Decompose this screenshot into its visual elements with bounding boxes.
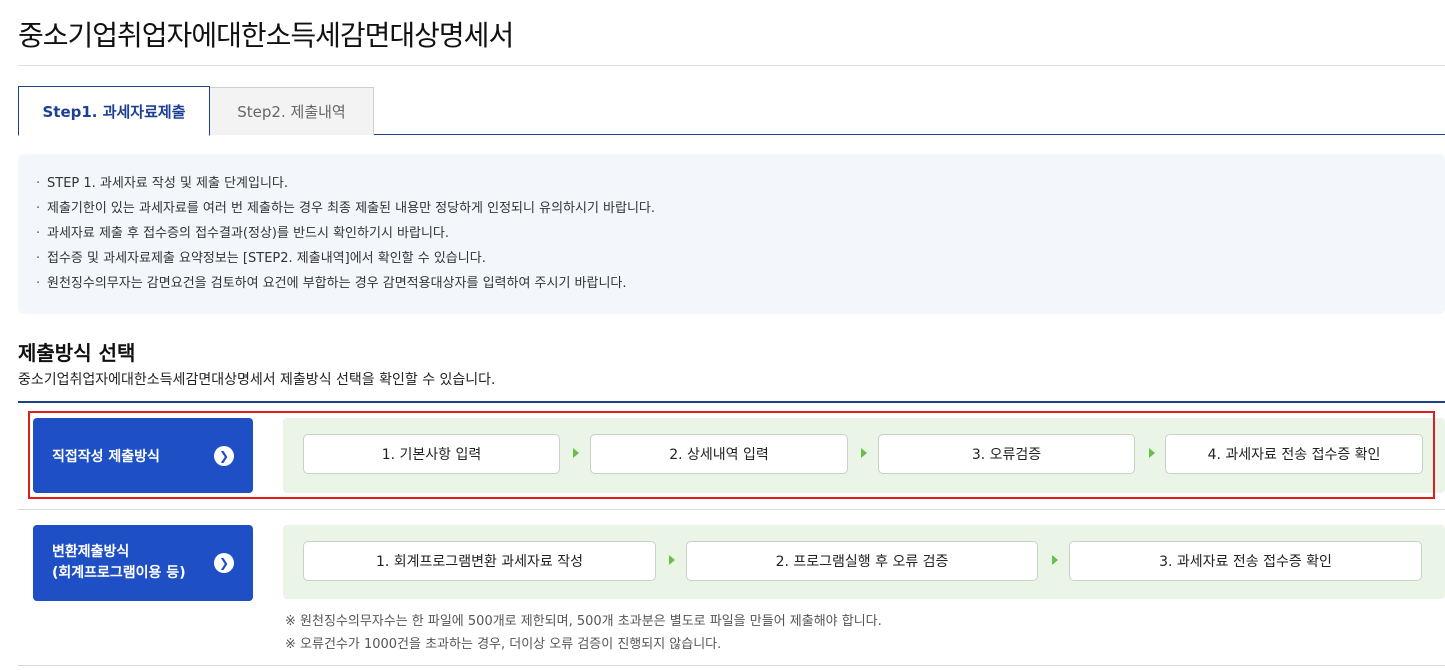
page-title: 중소기업취업자에대한소득세감면대상명세서 bbox=[18, 19, 514, 52]
convert-step-3[interactable]: 3. 과세자료 전송 접수증 확인 bbox=[1069, 541, 1422, 581]
tab-step1[interactable]: Step1. 과세자료제출 bbox=[18, 86, 210, 136]
notice-item: 접수증 및 과세자료제출 요약정보는 [STEP2. 제출내역]에서 확인할 수… bbox=[36, 249, 1445, 274]
chevron-right-circle-icon: ❯ bbox=[214, 553, 234, 573]
triangle-right-icon bbox=[1052, 555, 1058, 565]
convert-method-steps: 1. 회계프로그램변환 과세자료 작성 2. 프로그램실행 후 오류 검증 3.… bbox=[283, 525, 1445, 599]
notice-box: STEP 1. 과세자료 작성 및 제출 단계입니다. 제출기한이 있는 과세자… bbox=[18, 154, 1445, 314]
convert-method-label-line1: 변환제출방식 bbox=[52, 544, 130, 560]
section-divider bbox=[18, 401, 1445, 403]
convert-step-2[interactable]: 2. 프로그램실행 후 오류 검증 bbox=[686, 541, 1038, 581]
notice-item: 원천징수의무자는 감면요건을 검토하여 요건에 부합하는 경우 감면적용대상자를… bbox=[36, 274, 1445, 299]
convert-method-button[interactable]: 변환제출방식 (회계프로그램이용 등) ❯ bbox=[33, 525, 253, 601]
row-divider bbox=[18, 509, 1445, 510]
note-file-limit: ※ 원천징수의무자수는 한 파일에 500개로 제한되며, 500개 초과분은 … bbox=[285, 614, 882, 629]
convert-step-1[interactable]: 1. 회계프로그램변환 과세자료 작성 bbox=[303, 541, 656, 581]
highlight-box bbox=[28, 411, 1435, 499]
tab-step2[interactable]: Step2. 제출내역 bbox=[210, 87, 374, 135]
note-error-limit: ※ 오류건수가 1000건을 초과하는 경우, 더이상 오류 검증이 진행되지 … bbox=[285, 637, 722, 652]
notice-item: 제출기한이 있는 과세자료를 여러 번 제출하는 경우 최종 제출된 내용만 정… bbox=[36, 199, 1445, 224]
convert-method-label-line2: (회계프로그램이용 등) bbox=[52, 565, 186, 581]
step-tabs: Step1. 과세자료제출 Step2. 제출내역 bbox=[18, 86, 1445, 136]
section-title: 제출방식 선택 bbox=[18, 341, 136, 365]
triangle-right-icon bbox=[669, 555, 675, 565]
title-divider bbox=[18, 65, 1445, 66]
section-description: 중소기업취업자에대한소득세감면대상명세서 제출방식 선택을 확인할 수 있습니다… bbox=[18, 372, 496, 388]
notice-item: STEP 1. 과세자료 작성 및 제출 단계입니다. bbox=[36, 174, 1445, 199]
bottom-divider bbox=[18, 665, 1445, 666]
notice-item: 과세자료 제출 후 접수증의 접수결과(정상)를 반드시 확인하기시 바랍니다. bbox=[36, 224, 1445, 249]
